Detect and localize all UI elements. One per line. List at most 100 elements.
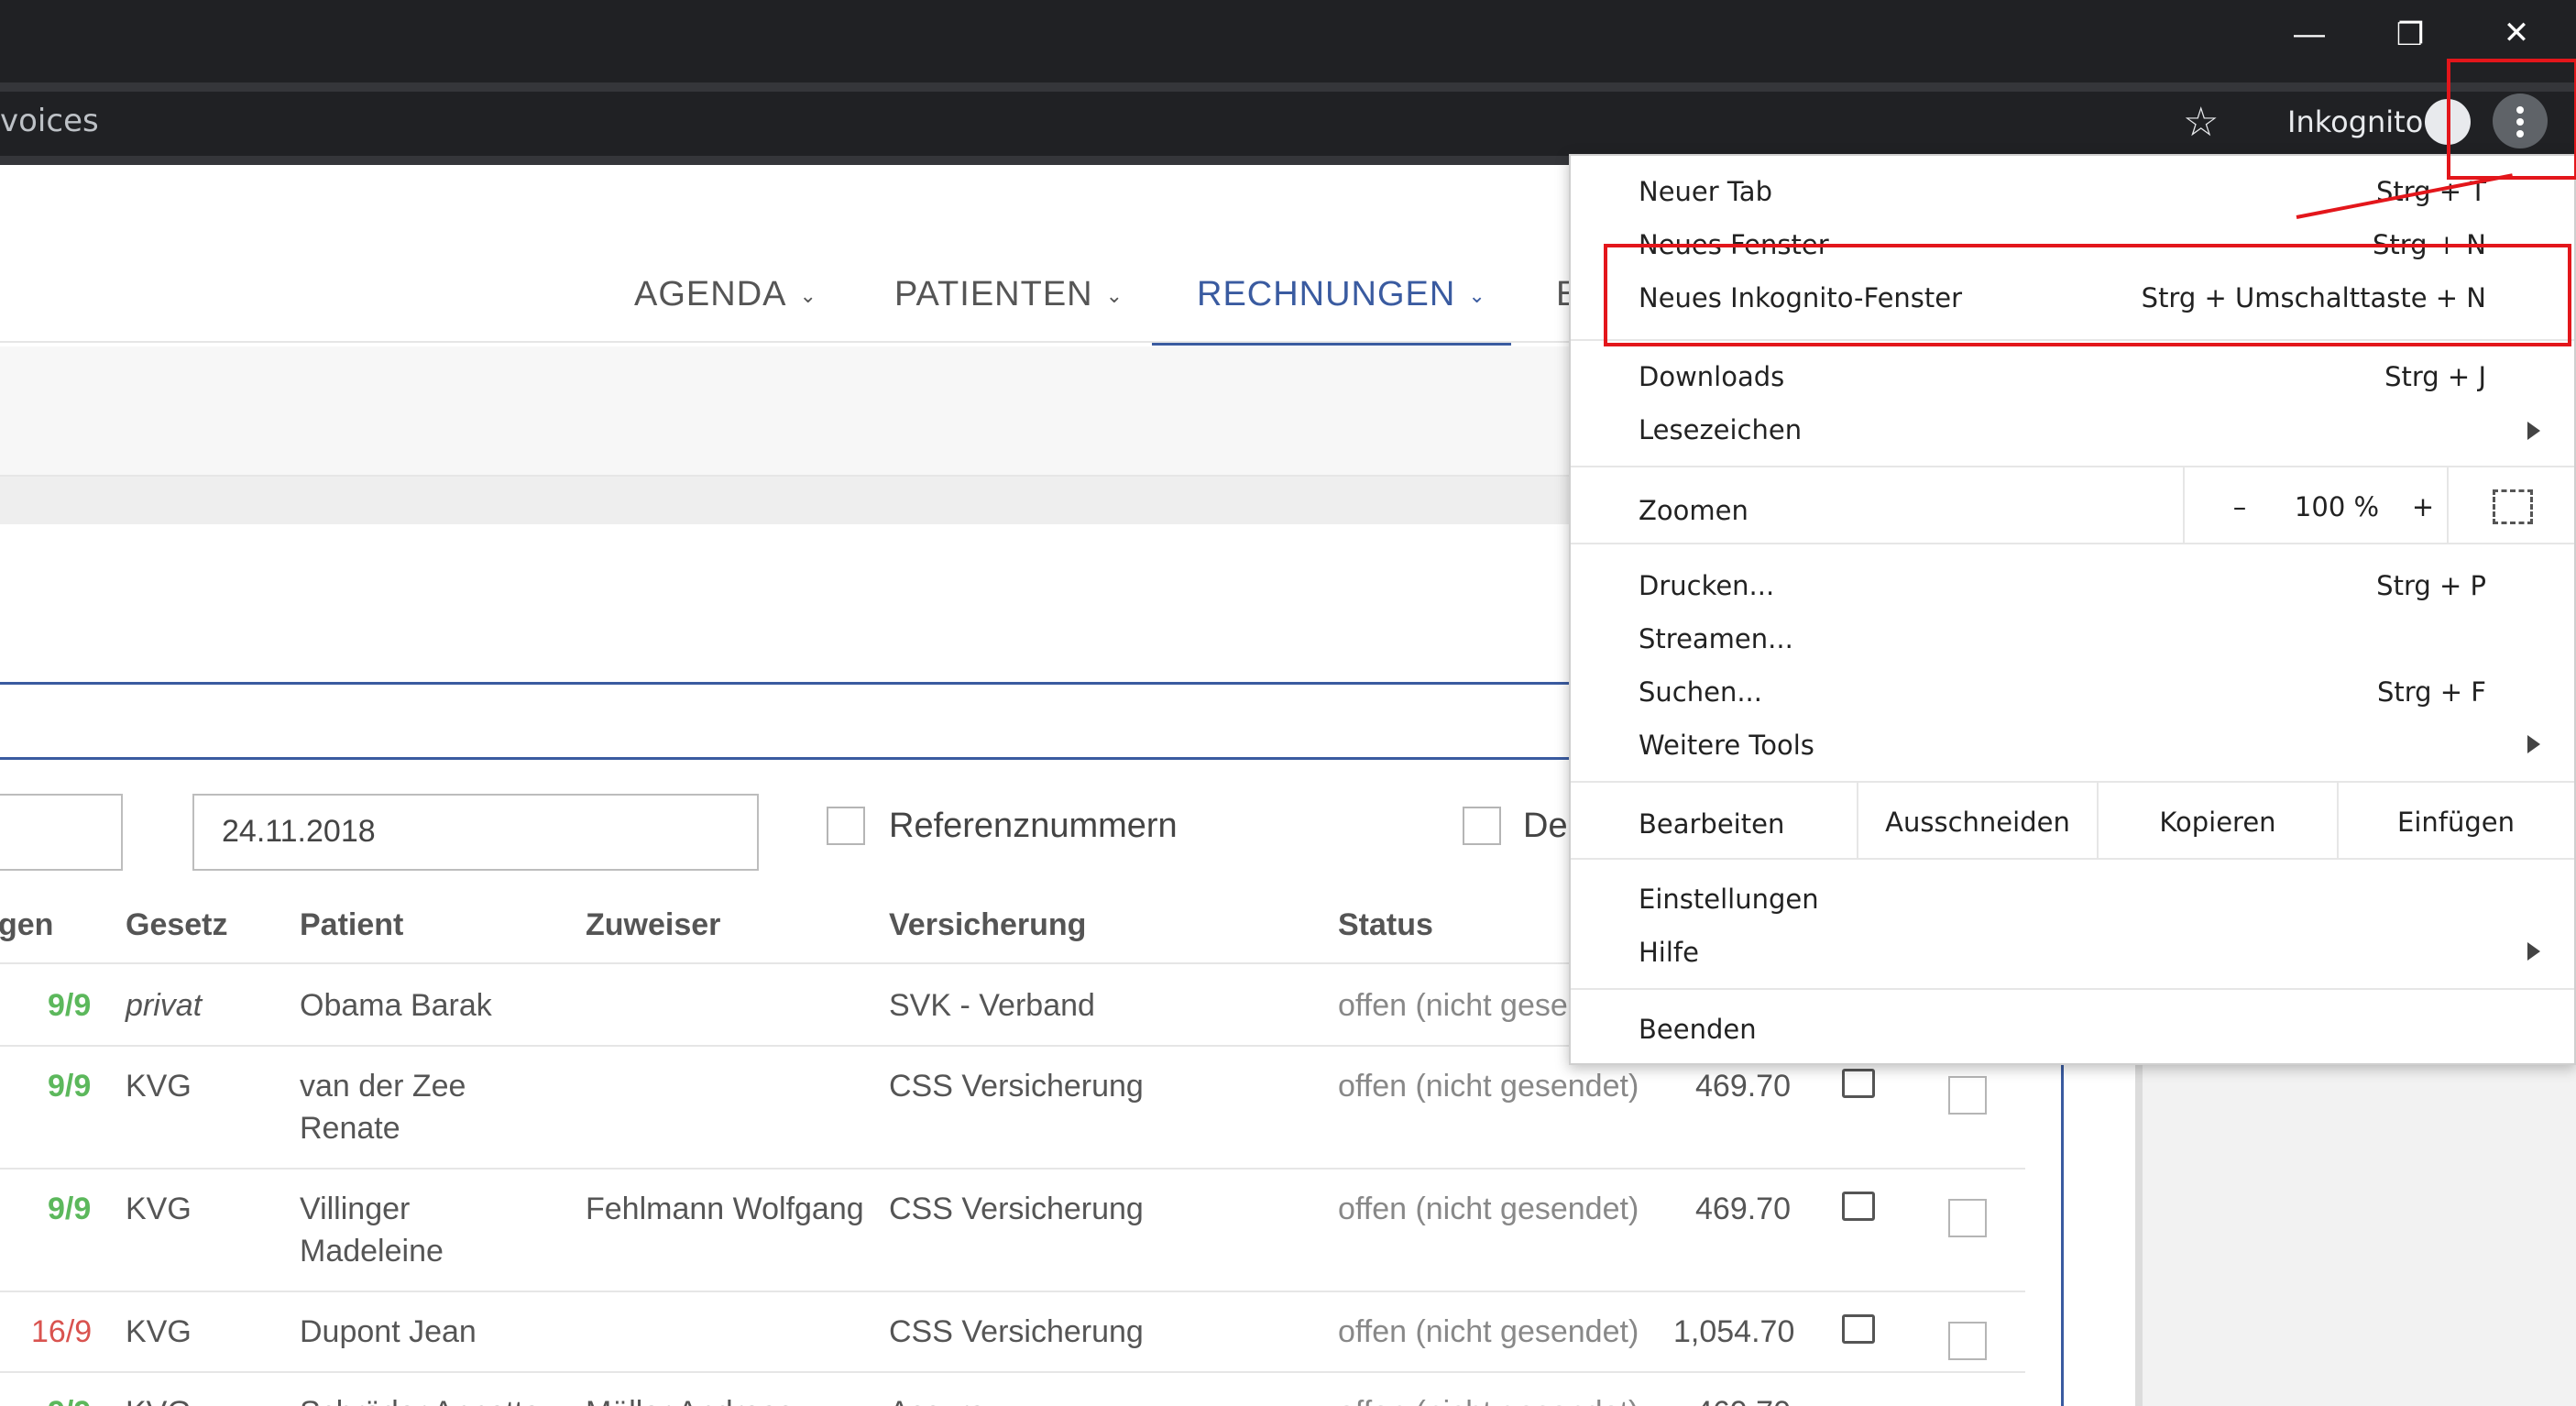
cell-count: 16/9	[31, 1314, 93, 1349]
second-checkbox-label: De	[1523, 807, 1568, 845]
nav-agenda-label: AGENDA	[634, 275, 787, 313]
menu-separator	[1571, 543, 2574, 544]
menu-item-downloads[interactable]: Downloads	[1639, 361, 1784, 392]
zoom-in-button[interactable]: +	[2395, 491, 2450, 522]
incognito-label: Inkognito	[2287, 104, 2424, 139]
nav-divider	[0, 341, 1569, 343]
nav-rechnungen-label: RECHNUNGEN	[1197, 275, 1456, 313]
right-sidebar	[2135, 1054, 2576, 1406]
referenznummern-label: Referenznummern	[889, 807, 1178, 845]
cell-count: 9/9	[48, 988, 92, 1023]
submenu-arrow-icon	[2527, 422, 2540, 440]
row-select-checkbox[interactable]	[1948, 1322, 1987, 1360]
from-date-input[interactable]	[0, 794, 123, 871]
menu-separator	[1571, 781, 2574, 783]
fullscreen-icon[interactable]	[2493, 489, 2533, 524]
copy-button[interactable]: Kopieren	[2099, 807, 2337, 838]
menu-separator	[1571, 858, 2574, 860]
cell-law: KVG	[126, 1314, 192, 1349]
nav-patienten[interactable]: PATIENTEN ⌄	[894, 275, 1124, 314]
cell-law: privat	[126, 988, 203, 1023]
cell-insurance: CSS Versicherung	[889, 1069, 1144, 1104]
address-bar-text: voices	[0, 103, 99, 139]
menu-item-new-tab[interactable]: Neuer Tab	[1639, 176, 1772, 207]
bookmark-star-icon[interactable]: ☆	[2183, 99, 2219, 146]
minimize-icon[interactable]: —	[2282, 16, 2337, 52]
close-window-icon[interactable]: ✕	[2489, 15, 2544, 51]
nav-agenda[interactable]: AGENDA ⌄	[634, 275, 817, 314]
browser-titlebar	[0, 0, 2576, 82]
zoom-divider	[2183, 467, 2185, 543]
restore-icon[interactable]: ❐	[2383, 16, 2438, 53]
referenznummern-checkbox[interactable]	[827, 807, 865, 845]
col-header-zuweiser: Zuweiser	[586, 907, 721, 942]
cell-patient: van der Zee Renate	[300, 1069, 466, 1146]
cell-amount: 469.70	[1695, 1391, 1791, 1406]
menu-item-more-tools[interactable]: Weitere Tools	[1639, 730, 1814, 761]
nav-rechnungen[interactable]: RECHNUNGEN ⌄	[1197, 275, 1486, 314]
edit-icon[interactable]	[1842, 1314, 1875, 1344]
table-row[interactable]: 9/9 KVG Schröder Annette Müller Andreas …	[0, 1373, 2025, 1406]
annotation-box-menu-button	[2447, 59, 2576, 180]
cell-insurance: CSS Versicherung	[889, 1192, 1144, 1226]
cell-insurance: SVK - Verband	[889, 988, 1095, 1023]
menu-item-edit: Bearbeiten	[1639, 808, 1785, 840]
cell-count: 9/9	[48, 1391, 91, 1406]
to-date-value: 24.11.2018	[222, 814, 376, 849]
col-header-patient: Patient	[300, 907, 404, 942]
cell-patient: Villinger Madeleine	[300, 1192, 444, 1269]
cell-patient: Dupont Jean	[300, 1314, 477, 1349]
shortcut-downloads: Strg + J	[2384, 361, 2486, 392]
cell-status: offen (nicht gesendet)	[1338, 1192, 1639, 1226]
menu-item-settings[interactable]: Einstellungen	[1639, 884, 1819, 915]
submenu-arrow-icon	[2527, 735, 2540, 753]
subheader-band	[0, 346, 1569, 475]
to-date-input[interactable]: 24.11.2018	[192, 794, 759, 871]
zoom-divider	[2447, 467, 2449, 543]
cell-count: 9/9	[48, 1069, 92, 1104]
cell-referrer: Fehlmann Wolfgang	[586, 1192, 864, 1226]
zoom-level: 100 %	[2294, 491, 2380, 522]
menu-item-print[interactable]: Drucken...	[1639, 570, 1774, 601]
cell-amount: 1,054.70	[1673, 1314, 1795, 1349]
gray-band	[0, 477, 1569, 524]
col-header-gesetz: Gesetz	[126, 907, 228, 942]
nav-patienten-label: PATIENTEN	[894, 275, 1093, 313]
cell-patient: Schröder Annette	[300, 1391, 541, 1406]
paste-button[interactable]: Einfügen	[2339, 807, 2573, 838]
cell-law: KVG	[126, 1391, 192, 1406]
cell-patient: Obama Barak	[300, 988, 492, 1023]
chevron-down-icon: ⌄	[799, 283, 817, 307]
cell-count: 9/9	[48, 1192, 92, 1226]
cell-status: offen (nicht gesendet)	[1338, 1314, 1639, 1349]
second-checkbox[interactable]	[1463, 807, 1501, 845]
col-header-count: gen	[0, 907, 54, 942]
table-row[interactable]: 16/9 KVG Dupont Jean CSS Versicherung of…	[0, 1292, 2025, 1373]
section-line	[0, 682, 1569, 685]
cell-insurance: Assura	[889, 1391, 986, 1406]
cell-amount: 469.70	[1695, 1069, 1791, 1104]
menu-separator	[1571, 466, 2574, 467]
cell-law: KVG	[126, 1069, 192, 1104]
menu-item-exit[interactable]: Beenden	[1639, 1014, 1757, 1045]
shortcut-find: Strg + F	[2376, 676, 2486, 708]
edit-icon[interactable]	[1842, 1192, 1875, 1221]
menu-item-bookmarks[interactable]: Lesezeichen	[1639, 414, 1802, 445]
cell-insurance: CSS Versicherung	[889, 1314, 1144, 1349]
cut-button[interactable]: Ausschneiden	[1858, 807, 2097, 838]
menu-item-find[interactable]: Suchen...	[1639, 676, 1762, 708]
cell-status: offen (nicht gesendet)	[1338, 1069, 1639, 1104]
submenu-arrow-icon	[2527, 942, 2540, 961]
row-select-checkbox[interactable]	[1948, 1076, 1987, 1115]
sidebar-shadow	[2135, 1054, 2143, 1406]
edit-icon[interactable]	[1842, 1069, 1875, 1098]
table-row[interactable]: 9/9 KVG Villinger Madeleine Fehlmann Wol…	[0, 1170, 2025, 1291]
menu-separator	[1571, 988, 2574, 990]
row-select-checkbox[interactable]	[1948, 1199, 1987, 1237]
col-header-versicherung: Versicherung	[889, 907, 1087, 942]
menu-item-help[interactable]: Hilfe	[1639, 937, 1699, 968]
chevron-down-icon: ⌄	[1105, 283, 1124, 307]
zoom-out-button[interactable]: –	[2212, 491, 2267, 522]
cell-status: offen (nicht gesendet)	[1338, 1391, 1639, 1406]
menu-item-cast[interactable]: Streamen...	[1639, 623, 1793, 654]
